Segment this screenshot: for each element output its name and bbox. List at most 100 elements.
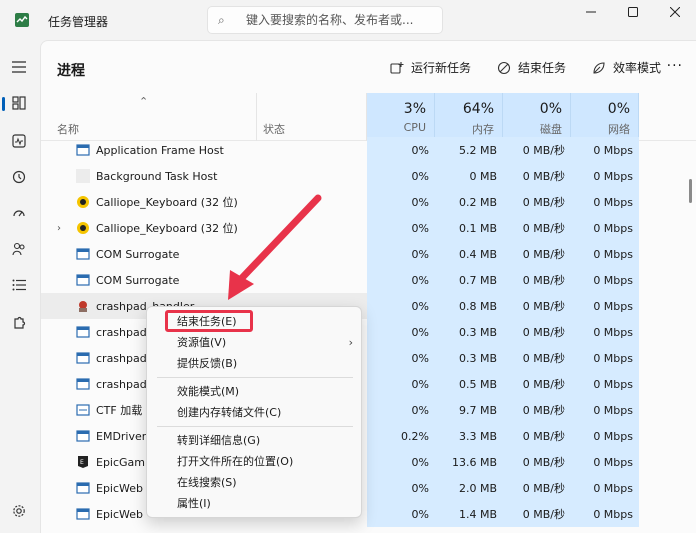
menu-divider	[157, 377, 353, 378]
process-disk: 0 MB/秒	[503, 475, 571, 501]
close-button[interactable]	[654, 0, 696, 24]
run-new-task-button[interactable]: 运行新任务	[390, 59, 471, 76]
process-disk: 0 MB/秒	[503, 371, 571, 397]
table-row[interactable]: COM Surrogate 0% 0.7 MB 0 MB/秒 0 Mbps	[41, 267, 696, 293]
process-network: 0 Mbps	[571, 475, 639, 501]
menu-item-go-to-details[interactable]: 转到详细信息(G)	[147, 430, 363, 451]
toolbar: 运行新任务 结束任务 效率模式	[364, 59, 661, 76]
menu-item-open-file-location[interactable]: 打开文件所在的位置(O)	[147, 451, 363, 472]
process-disk: 0 MB/秒	[503, 501, 571, 527]
process-network: 0 Mbps	[571, 449, 639, 475]
table-row[interactable]: crashpad 0% 0.3 MB 0 MB/秒 0 Mbps	[41, 319, 696, 345]
process-network: 0 Mbps	[571, 163, 639, 189]
process-status	[257, 215, 367, 241]
menu-item-create-dump[interactable]: 创建内存转储文件(C)	[147, 402, 363, 423]
column-header-memory[interactable]: 64% 内存	[435, 93, 503, 141]
crashpad-app-icon	[79, 301, 87, 312]
table-row[interactable]: EpicWeb 0% 2.0 MB 0 MB/秒 0 Mbps	[41, 475, 696, 501]
table-row[interactable]: EMDriver 0.2% 3.3 MB 0 MB/秒 0 Mbps	[41, 423, 696, 449]
process-status	[257, 163, 367, 189]
window-app-icon	[76, 144, 90, 156]
table-row[interactable]: crashpad 0% 0.3 MB 0 MB/秒 0 Mbps	[41, 345, 696, 371]
process-cpu: 0%	[367, 397, 435, 423]
maximize-icon	[628, 7, 638, 17]
column-header-network[interactable]: 0% 网络	[571, 93, 639, 141]
process-memory: 0.3 MB	[435, 319, 503, 345]
more-options-button[interactable]: ···	[667, 58, 683, 74]
context-menu: 结束任务(E) 资源值(V) › 提供反馈(B) 效能模式(M) 创建内存转储文…	[146, 306, 362, 518]
table-row[interactable]: crashpad 0% 0.5 MB 0 MB/秒 0 Mbps	[41, 371, 696, 397]
process-cpu: 0%	[367, 215, 435, 241]
nav-item-users[interactable]	[6, 236, 32, 262]
nav-item-settings[interactable]	[6, 498, 32, 524]
process-disk: 0 MB/秒	[503, 241, 571, 267]
end-task-button[interactable]: 结束任务	[497, 59, 566, 76]
nav-item-services[interactable]	[6, 310, 32, 336]
process-memory: 0.3 MB	[435, 345, 503, 371]
table-row[interactable]: CTF 加载 0% 9.7 MB 0 MB/秒 0 Mbps	[41, 397, 696, 423]
title-bar: 任务管理器 ⌕	[0, 0, 696, 40]
process-cpu: 0%	[367, 475, 435, 501]
efficiency-leaf-icon	[592, 61, 606, 75]
process-name: crashpad	[96, 351, 147, 365]
nav-item-startup-apps[interactable]	[6, 200, 32, 226]
nav-item-processes[interactable]	[2, 90, 32, 116]
search-box[interactable]: ⌕	[207, 6, 443, 34]
process-cpu: 0%	[367, 137, 435, 163]
hamburger-menu-button[interactable]	[6, 54, 32, 80]
panel-header: 进程 运行新任务 结束任务 效率模式 ···	[41, 41, 696, 93]
table-row[interactable]: EpicWeb 0% 1.4 MB 0 MB/秒 0 Mbps	[41, 501, 696, 527]
table-row[interactable]: › Calliope_Keyboard (32 位) 0% 0.1 MB 0 MB…	[41, 215, 696, 241]
table-row-selected[interactable]: crashpad_handler 0% 0.8 MB 0 MB/秒 0 Mbps	[41, 293, 696, 319]
window-app-icon	[76, 248, 90, 260]
nav-item-app-history[interactable]	[6, 164, 32, 190]
process-cpu: 0%	[367, 501, 435, 527]
process-memory: 3.3 MB	[435, 423, 503, 449]
process-memory: 0.5 MB	[435, 371, 503, 397]
processes-panel: 进程 运行新任务 结束任务 效率模式 ··· ⌃ 名称 状态 3% CPU 64…	[40, 40, 696, 533]
search-input[interactable]	[246, 13, 436, 27]
column-header-disk[interactable]: 0% 磁盘	[503, 93, 571, 141]
process-memory: 0.7 MB	[435, 267, 503, 293]
process-cpu: 0%	[367, 345, 435, 371]
window-app-icon	[76, 326, 90, 338]
left-navigation	[0, 40, 38, 533]
column-header-cpu[interactable]: 3% CPU	[367, 93, 435, 141]
keyboard-app-icon	[77, 196, 89, 208]
nav-item-details[interactable]	[6, 272, 32, 298]
nav-item-performance[interactable]	[6, 128, 32, 154]
menu-item-efficiency-mode[interactable]: 效能模式(M)	[147, 381, 363, 402]
table-row[interactable]: COM Surrogate 0% 0.4 MB 0 MB/秒 0 Mbps	[41, 241, 696, 267]
table-row[interactable]: Application Frame Host 0% 5.2 MB 0 MB/秒 …	[41, 137, 696, 163]
maximize-button[interactable]	[612, 0, 654, 24]
process-memory: 0 MB	[435, 163, 503, 189]
efficiency-mode-button[interactable]: 效率模式	[592, 59, 661, 76]
process-network: 0 Mbps	[571, 371, 639, 397]
column-header-name[interactable]: ⌃ 名称	[41, 93, 257, 141]
table-row[interactable]: Background Task Host 0% 0 MB 0 MB/秒 0 Mb…	[41, 163, 696, 189]
process-disk: 0 MB/秒	[503, 397, 571, 423]
table-row[interactable]: E EpicGam 0% 13.6 MB 0 MB/秒 0 Mbps	[41, 449, 696, 475]
process-status	[257, 189, 367, 215]
expand-chevron-icon[interactable]: ›	[57, 223, 61, 234]
menu-item-resource-values[interactable]: 资源值(V) ›	[147, 332, 363, 353]
menu-item-properties[interactable]: 属性(I)	[147, 493, 363, 514]
page-title: 进程	[57, 63, 85, 79]
process-network: 0 Mbps	[571, 293, 639, 319]
process-name: CTF 加载	[96, 404, 143, 417]
process-cpu: 0%	[367, 319, 435, 345]
minimize-button[interactable]	[570, 0, 612, 24]
process-disk: 0 MB/秒	[503, 319, 571, 345]
process-memory: 5.2 MB	[435, 137, 503, 163]
process-name: COM Surrogate	[96, 273, 180, 287]
process-cpu: 0%	[367, 163, 435, 189]
column-header-status[interactable]: 状态	[257, 93, 367, 141]
vertical-scrollbar-thumb[interactable]	[689, 179, 692, 203]
table-row[interactable]: Calliope_Keyboard (32 位) 0% 0.2 MB 0 MB/…	[41, 189, 696, 215]
menu-item-search-online[interactable]: 在线搜索(S)	[147, 472, 363, 493]
process-name: Calliope_Keyboard (32 位)	[96, 222, 238, 235]
process-name: EpicGam	[96, 455, 146, 469]
menu-item-feedback[interactable]: 提供反馈(B)	[147, 353, 363, 374]
process-name: EpicWeb	[96, 481, 144, 495]
process-disk: 0 MB/秒	[503, 345, 571, 371]
